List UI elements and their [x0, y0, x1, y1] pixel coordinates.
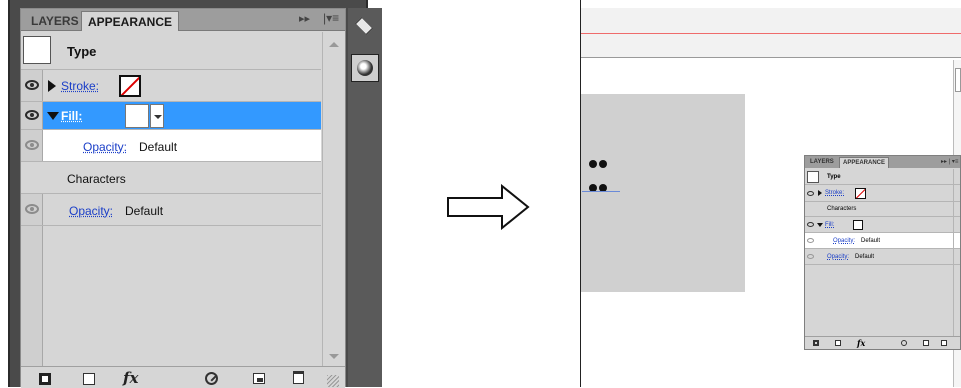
visibility-cell[interactable]: [21, 102, 43, 129]
disclosure-triangle-icon[interactable]: [47, 112, 59, 120]
mini-tab-layers[interactable]: LAYERS: [807, 157, 837, 168]
clear-icon[interactable]: [901, 340, 907, 346]
opacity-row[interactable]: Opacity: Default: [21, 194, 321, 226]
opacity-value: Default: [139, 140, 178, 154]
eye-icon[interactable]: [25, 80, 39, 90]
visibility-cell[interactable]: [21, 70, 43, 101]
gray-artwork-rectangle[interactable]: [581, 94, 745, 292]
mini-fill-opacity-row[interactable]: Opacity: Default: [805, 233, 960, 249]
fill-opacity-row[interactable]: Opacity: Default: [21, 130, 321, 162]
none-swatch-icon[interactable]: [855, 188, 866, 199]
mini-tab-appearance[interactable]: APPEARANCE: [839, 157, 890, 168]
mini-characters-row[interactable]: Characters: [805, 202, 960, 217]
mini-opacity-label[interactable]: Opacity:: [833, 238, 855, 244]
red-guide-line: [581, 33, 961, 34]
disclosure-triangle-icon[interactable]: [817, 223, 823, 227]
panel-tab-bar: LAYERS APPEARANCE ▸▸ |▾≡: [21, 9, 345, 31]
bullet-dot: [589, 160, 597, 168]
stroke-row[interactable]: Stroke:: [21, 70, 321, 102]
eye-icon[interactable]: [25, 110, 39, 120]
bullet-dot: [599, 160, 607, 168]
mini-fill-row[interactable]: Fill:: [805, 217, 960, 233]
delete-icon[interactable]: [941, 340, 947, 346]
right-arrow-icon: [447, 184, 530, 230]
duplicate-icon[interactable]: [923, 340, 929, 346]
opacity-value: Default: [125, 204, 164, 218]
disclosure-triangle-icon[interactable]: [48, 80, 56, 92]
fill-swatch[interactable]: [125, 104, 149, 128]
panel-dock: [348, 8, 382, 387]
mini-fill-swatch[interactable]: [853, 220, 863, 230]
add-stroke-icon[interactable]: [813, 340, 819, 346]
mini-opacity-row[interactable]: Opacity: Default: [805, 249, 960, 265]
fx-icon[interactable]: fx: [123, 369, 138, 387]
appearance-panel: LAYERS APPEARANCE ▸▸ |▾≡ Type Stroke: Fi…: [20, 8, 346, 388]
visibility-column: [21, 226, 43, 366]
appearance-icon[interactable]: [351, 54, 379, 82]
eye-icon[interactable]: [807, 238, 814, 243]
characters-label: Characters: [67, 172, 126, 186]
characters-row[interactable]: Characters: [21, 162, 321, 194]
scrollbar[interactable]: [322, 32, 344, 366]
mini-opacity-value: Default: [855, 254, 875, 260]
stroke-label[interactable]: Stroke:: [61, 79, 99, 93]
text-baseline-line: [582, 191, 620, 192]
opacity-label[interactable]: Opacity:: [83, 140, 127, 154]
mini-stroke-row[interactable]: Stroke:: [805, 185, 960, 202]
resize-grip-icon[interactable]: [327, 375, 339, 387]
mini-opacity-value: Default: [861, 238, 881, 244]
fill-row[interactable]: Fill:: [21, 102, 321, 130]
mini-type-swatch: [807, 171, 819, 183]
clear-icon[interactable]: [205, 372, 218, 385]
fill-dropdown-button[interactable]: [150, 104, 164, 128]
empty-list-area: [21, 226, 321, 366]
duplicate-icon[interactable]: [253, 373, 265, 384]
fill-label[interactable]: Fill:: [61, 109, 82, 123]
eye-icon[interactable]: [25, 140, 39, 150]
visibility-cell[interactable]: [21, 194, 43, 225]
mini-scrollbar[interactable]: [953, 169, 960, 336]
add-fill-icon[interactable]: [835, 340, 841, 346]
type-label: Type: [67, 44, 97, 59]
mini-stroke-label[interactable]: Stroke:: [825, 190, 844, 196]
mini-opacity-label[interactable]: Opacity:: [827, 254, 849, 260]
type-row[interactable]: Type: [21, 32, 321, 70]
collapse-panel-icon[interactable]: ▸▸: [299, 12, 310, 25]
eye-icon[interactable]: [807, 222, 814, 227]
eye-icon[interactable]: [807, 254, 814, 259]
panel-bottom-bar: fx: [21, 366, 345, 388]
tab-layers[interactable]: LAYERS: [25, 11, 85, 31]
delete-icon[interactable]: [293, 371, 304, 384]
scroll-thumb[interactable]: [955, 68, 961, 92]
add-stroke-icon[interactable]: [39, 373, 51, 385]
mini-appearance-panel: LAYERS APPEARANCE ▸▸ | ▾≡ Type Stroke: C…: [804, 155, 961, 350]
tab-appearance[interactable]: APPEARANCE: [81, 11, 180, 31]
eye-icon[interactable]: [25, 204, 39, 214]
opacity-label[interactable]: Opacity:: [69, 204, 113, 218]
layers-icon[interactable]: [351, 16, 379, 42]
mini-type-label: Type: [827, 174, 841, 180]
mini-tab-bar: LAYERS APPEARANCE ▸▸ | ▾≡: [805, 156, 960, 168]
eye-icon[interactable]: [807, 191, 814, 196]
fx-icon[interactable]: fx: [857, 338, 865, 348]
panel-menu-icon[interactable]: |▾≡: [323, 11, 339, 25]
mini-panel-menu-icon[interactable]: ▸▸ | ▾≡: [941, 158, 958, 165]
none-swatch-icon[interactable]: [119, 75, 141, 97]
mini-characters-label: Characters: [827, 206, 857, 212]
visibility-cell[interactable]: [21, 130, 43, 161]
scroll-up-icon[interactable]: [329, 42, 339, 47]
mini-fill-label[interactable]: Fill:: [825, 222, 834, 228]
scroll-down-icon[interactable]: [329, 354, 339, 359]
mini-bottom-bar: fx: [805, 336, 960, 349]
mini-type-row[interactable]: Type: [805, 169, 960, 185]
disclosure-triangle-icon[interactable]: [818, 190, 822, 196]
add-fill-icon[interactable]: [83, 373, 95, 385]
type-swatch: [23, 36, 51, 64]
